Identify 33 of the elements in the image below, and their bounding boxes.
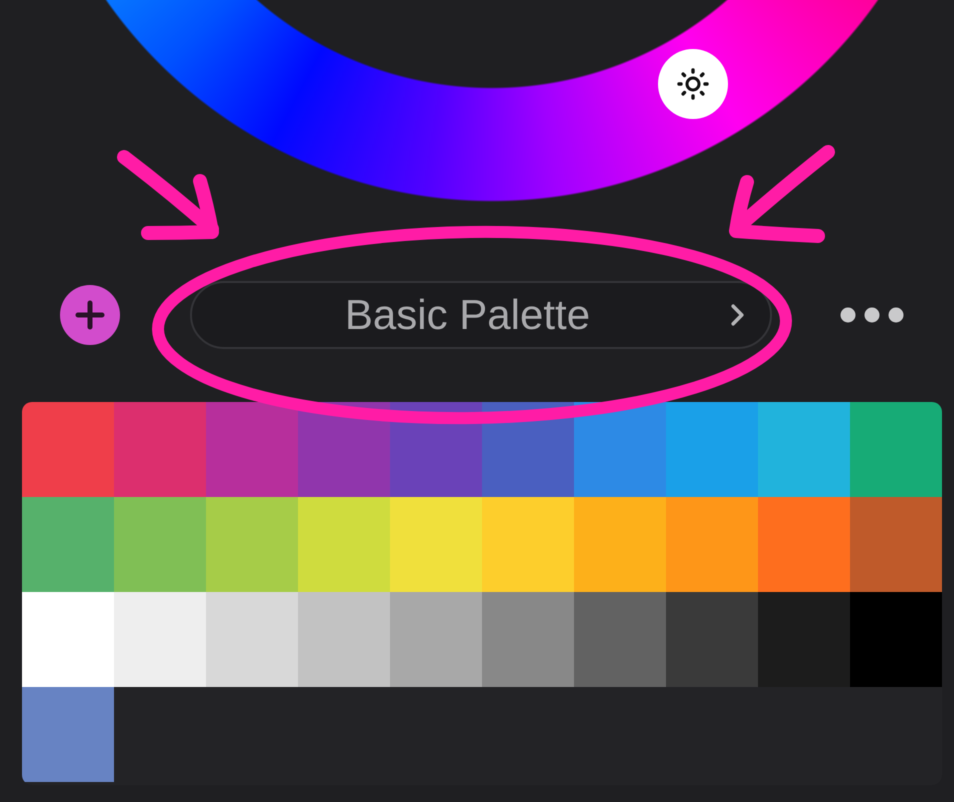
color-swatch[interactable]	[22, 402, 114, 497]
color-swatch[interactable]	[666, 402, 758, 497]
color-swatch[interactable]	[298, 592, 390, 687]
color-swatch[interactable]	[114, 402, 206, 497]
color-swatch[interactable]	[574, 402, 666, 497]
color-swatch[interactable]	[114, 497, 206, 592]
color-swatch[interactable]	[666, 497, 758, 592]
color-swatch[interactable]	[666, 592, 758, 687]
add-icon[interactable]	[60, 285, 120, 345]
color-swatch[interactable]	[390, 592, 482, 687]
more-icon[interactable]	[840, 307, 904, 323]
color-swatch[interactable]	[758, 402, 850, 497]
color-swatch[interactable]	[758, 497, 850, 592]
color-swatch[interactable]	[850, 402, 942, 497]
color-swatch[interactable]	[298, 497, 390, 592]
color-swatch[interactable]	[574, 497, 666, 592]
color-swatch[interactable]	[206, 497, 298, 592]
color-swatch[interactable]	[22, 687, 114, 782]
color-swatch[interactable]	[850, 497, 942, 592]
color-swatch[interactable]	[482, 592, 574, 687]
color-swatch[interactable]	[114, 592, 206, 687]
color-swatch[interactable]	[22, 497, 114, 592]
color-swatch[interactable]	[574, 592, 666, 687]
chevron-icon	[731, 304, 744, 326]
palette-selector[interactable]: Basic Palette	[190, 281, 772, 349]
color-swatch[interactable]	[758, 592, 850, 687]
color-swatch[interactable]	[206, 402, 298, 497]
color-swatch[interactable]	[22, 592, 114, 687]
color-swatch[interactable]	[850, 592, 942, 687]
color-swatch[interactable]	[390, 497, 482, 592]
color-swatch[interactable]	[206, 592, 298, 687]
sun-icon[interactable]	[658, 49, 728, 119]
color-swatch[interactable]	[482, 497, 574, 592]
